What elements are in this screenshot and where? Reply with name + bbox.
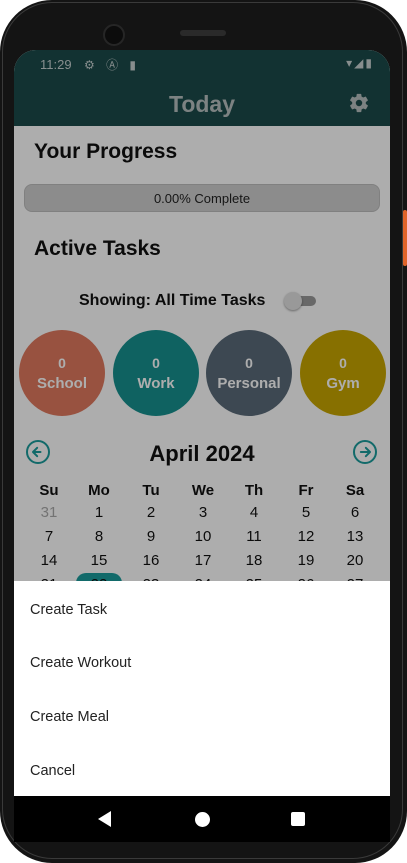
earpiece-speaker bbox=[180, 30, 226, 36]
screen: 11:29 ⚙ Ⓐ ▮ ▾◢▮ Today Your Progress 0.00… bbox=[14, 50, 390, 796]
back-icon[interactable] bbox=[98, 811, 111, 827]
recents-icon[interactable] bbox=[291, 812, 305, 826]
side-button bbox=[403, 210, 407, 266]
create-meal-option[interactable]: Create Meal bbox=[30, 709, 109, 725]
create-workout-option[interactable]: Create Workout bbox=[30, 655, 131, 671]
home-icon[interactable] bbox=[195, 812, 210, 827]
front-camera bbox=[103, 24, 125, 46]
action-sheet: Create Task Create Workout Create Meal C… bbox=[14, 581, 390, 796]
cancel-option[interactable]: Cancel bbox=[30, 763, 75, 779]
create-task-option[interactable]: Create Task bbox=[30, 602, 107, 618]
navigation-bar bbox=[14, 796, 390, 842]
